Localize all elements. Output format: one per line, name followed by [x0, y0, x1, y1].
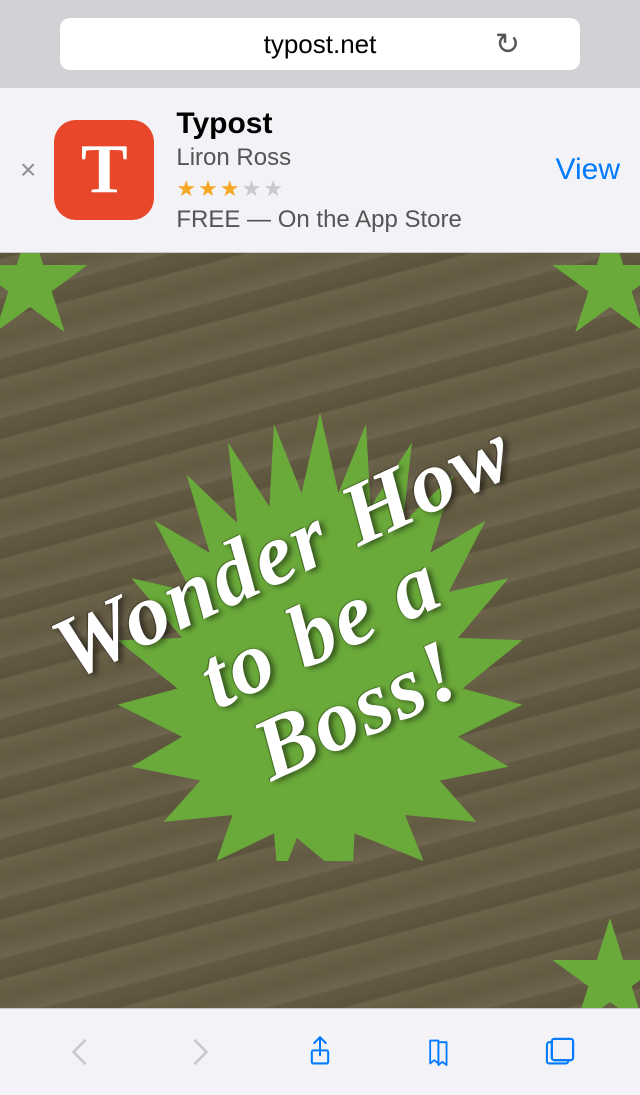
price-suffix: — On the App Store: [247, 206, 462, 233]
view-button[interactable]: View: [556, 153, 620, 187]
star-4: ★: [242, 176, 264, 201]
app-info: Typost Liron Ross ★★★★★ FREE — On the Ap…: [176, 106, 545, 234]
reload-icon[interactable]: ↻: [495, 27, 520, 62]
app-price: FREE — On the App Store: [176, 206, 545, 234]
price-label: FREE: [176, 206, 240, 233]
app-store-banner: × T Typost Liron Ross ★★★★★ FREE — On th…: [0, 88, 640, 253]
share-icon: [302, 1034, 338, 1070]
back-button[interactable]: [40, 1022, 120, 1082]
close-button[interactable]: ×: [20, 154, 36, 186]
back-icon: [62, 1034, 98, 1070]
app-name: Typost: [176, 106, 545, 142]
forward-button[interactable]: [160, 1022, 240, 1082]
bookmarks-icon: [422, 1034, 458, 1070]
url-text: typost.net: [264, 29, 377, 60]
tabs-icon: [542, 1034, 578, 1070]
bookmarks-button[interactable]: [400, 1022, 480, 1082]
bottom-toolbar: [0, 1008, 640, 1095]
app-rating: ★★★★★: [176, 176, 545, 202]
starburst-bottom-right: [550, 918, 640, 1008]
main-content: Wonder How to be a Boss!: [0, 253, 640, 1008]
app-developer: Liron Ross: [176, 144, 545, 172]
starburst-tr-svg: [550, 253, 640, 343]
starburst-br-svg: [550, 918, 640, 1008]
starburst-top-right: [550, 253, 640, 343]
starburst-tl-svg: [0, 253, 90, 343]
address-bar: typost.net ↻: [0, 0, 640, 88]
forward-icon: [182, 1034, 218, 1070]
tabs-button[interactable]: [520, 1022, 600, 1082]
app-icon-letter: T: [81, 135, 128, 205]
share-button[interactable]: [280, 1022, 360, 1082]
app-icon: T: [54, 120, 154, 220]
star-3: ★: [220, 176, 242, 201]
starburst-top-left: [0, 253, 90, 343]
star-2: ★: [198, 176, 220, 201]
star-5: ★: [263, 176, 285, 201]
url-input[interactable]: typost.net ↻: [60, 18, 580, 70]
star-1: ★: [176, 176, 198, 201]
